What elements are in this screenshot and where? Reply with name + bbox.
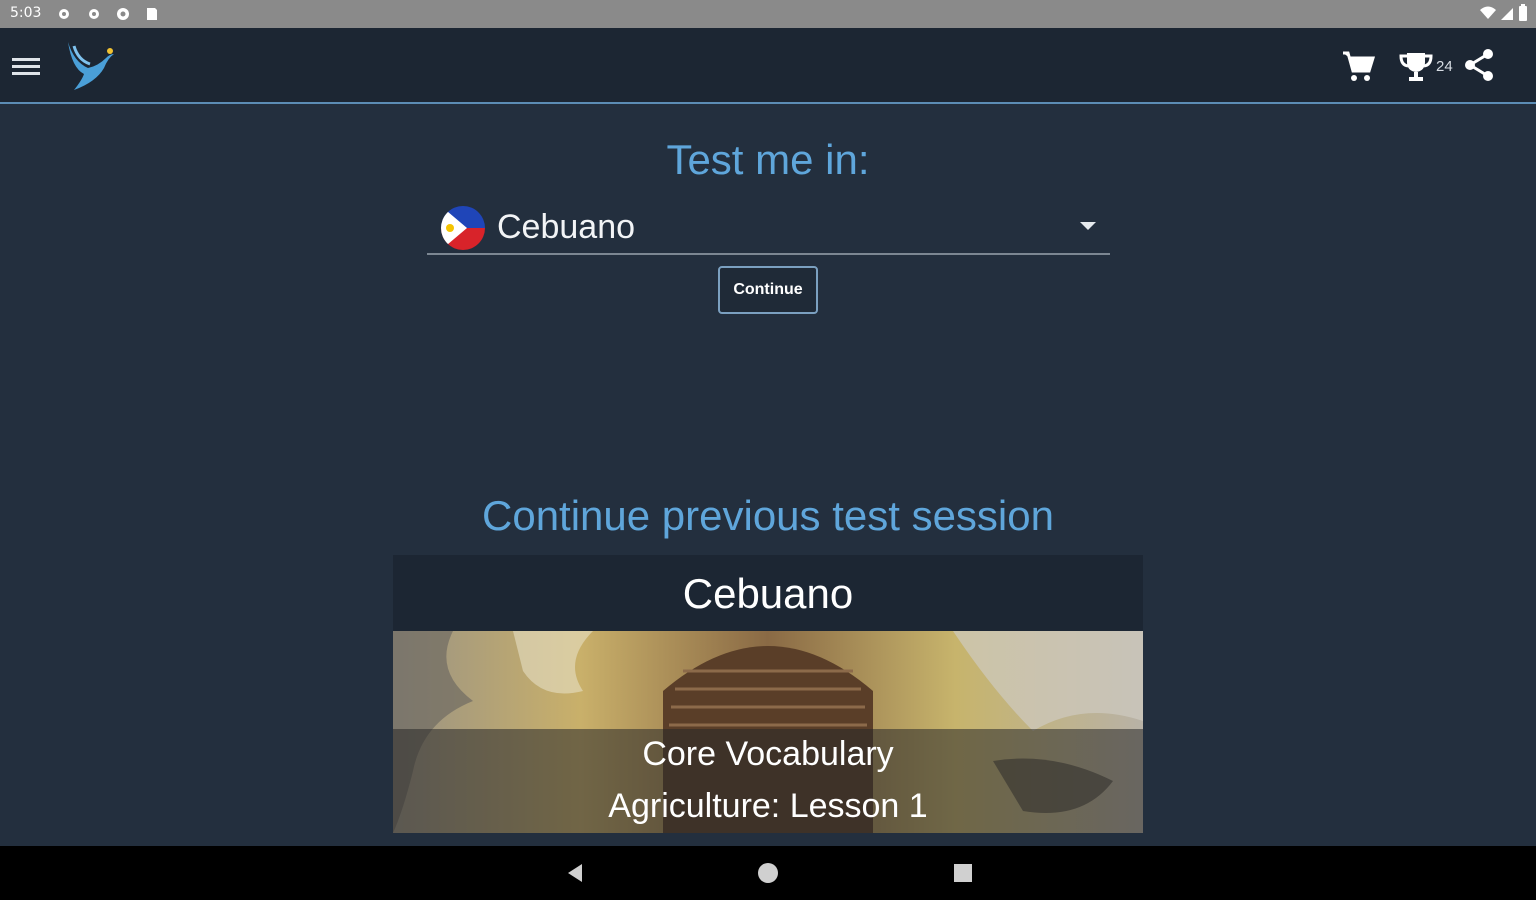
language-select[interactable]: Cebuano <box>427 200 1110 255</box>
test-me-in-heading: Test me in: <box>666 136 870 183</box>
chevron-down-icon <box>1080 222 1096 230</box>
recents-icon[interactable] <box>954 864 972 882</box>
wifi-icon <box>1480 6 1496 19</box>
previous-session-card[interactable]: Cebuano Core Vocabulary Agriculture: Les… <box>393 555 1143 833</box>
gear-icon <box>89 9 99 19</box>
trophy-count: 24 <box>1436 58 1453 75</box>
philippines-flag-icon <box>441 206 485 250</box>
app-bar: 24 <box>0 28 1536 104</box>
status-right-icons <box>1480 4 1528 22</box>
trophy-icon[interactable] <box>1398 50 1434 84</box>
status-bar: 5:03 <box>0 0 1536 28</box>
battery-icon <box>1519 4 1527 21</box>
home-icon[interactable] <box>758 863 778 883</box>
share-icon[interactable] <box>1462 48 1496 82</box>
session-language: Cebuano <box>393 555 1143 631</box>
selected-language: Cebuano <box>497 208 636 246</box>
continue-button[interactable]: Continue <box>718 266 818 314</box>
status-time: 5:03 <box>10 5 42 21</box>
cart-icon[interactable] <box>1340 48 1376 84</box>
menu-icon[interactable] <box>10 52 42 80</box>
previous-session-heading: Continue previous test session <box>482 492 1054 539</box>
back-icon[interactable] <box>564 862 586 884</box>
session-course: Core Vocabulary <box>642 735 894 773</box>
session-lesson: Agriculture: Lesson 1 <box>608 787 928 825</box>
bird-logo <box>68 42 114 90</box>
sd-card-icon <box>147 8 157 20</box>
system-nav-bar <box>0 846 1536 900</box>
signal-icon <box>1501 8 1513 20</box>
shield-icon <box>117 8 129 20</box>
gear-icon <box>59 9 69 19</box>
